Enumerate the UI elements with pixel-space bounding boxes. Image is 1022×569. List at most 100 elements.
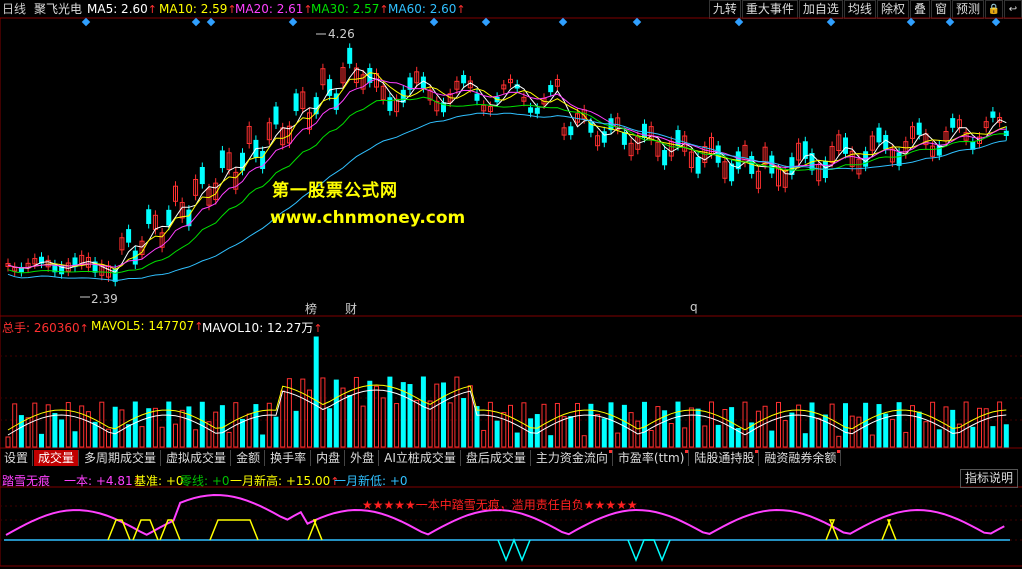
marker-bang[interactable]: 榜 bbox=[305, 300, 317, 317]
volume-bar bbox=[809, 402, 815, 448]
volume-bar bbox=[39, 433, 44, 448]
candle-body bbox=[970, 141, 976, 150]
candle-body bbox=[548, 85, 554, 93]
volume-bar bbox=[688, 407, 694, 448]
ma-line-4 bbox=[7, 112, 1007, 282]
event-diamond-icon bbox=[81, 17, 91, 27]
candle-body bbox=[950, 118, 956, 128]
volume-bar bbox=[856, 416, 862, 448]
candle-body bbox=[883, 134, 889, 150]
volume-bar bbox=[601, 418, 607, 448]
tab-1[interactable]: 成交量 bbox=[34, 450, 80, 466]
candle-body bbox=[273, 106, 279, 125]
indicator-month-low: 一月新低: +0 bbox=[334, 474, 408, 488]
tab-label: 盘后成交量 bbox=[465, 451, 526, 465]
candle-body bbox=[621, 132, 627, 145]
candle-body bbox=[715, 145, 721, 163]
candle-body bbox=[990, 111, 996, 118]
indicator-help-button[interactable]: 指标说明 bbox=[959, 469, 1018, 488]
tab-label: AI立桩成交量 bbox=[384, 451, 456, 465]
event-diamond-icon bbox=[558, 17, 568, 27]
event-diamond-icon bbox=[991, 17, 1001, 27]
volume-bar bbox=[293, 410, 299, 448]
candle-body bbox=[662, 150, 668, 166]
tab-11[interactable]: 市盈率(ttm) bbox=[614, 450, 690, 466]
high-price-label: 4.26 bbox=[328, 27, 355, 41]
event-diamond-icon bbox=[826, 17, 836, 27]
signal-high bbox=[107, 519, 131, 541]
candle-body bbox=[219, 150, 225, 169]
candle-body bbox=[916, 122, 922, 135]
candle-body bbox=[695, 156, 701, 174]
volume-bar bbox=[508, 404, 513, 448]
volume-bar bbox=[327, 408, 333, 448]
tab-label: 金额 bbox=[236, 451, 261, 465]
event-diamond-icon bbox=[481, 17, 491, 27]
tab-13[interactable]: 融资融券余额 bbox=[760, 450, 842, 466]
event-diamond-icon bbox=[191, 17, 201, 27]
candle-body bbox=[293, 93, 299, 112]
volume-bar bbox=[715, 424, 721, 448]
volume-bar bbox=[313, 336, 319, 448]
volume-bar bbox=[273, 416, 279, 448]
volume-bar bbox=[119, 409, 125, 448]
tab-label: 融资融券余额 bbox=[764, 451, 837, 465]
volume-bar bbox=[534, 414, 540, 448]
volume-bar bbox=[179, 409, 185, 448]
tab-badge-dot bbox=[837, 450, 841, 453]
volume-bar bbox=[554, 402, 560, 448]
volume-bar bbox=[675, 401, 681, 448]
volume-bar bbox=[394, 403, 400, 448]
indicator-disclaimer: ★★★★★一本中踏雪无痕，滥用责任自负★★★★★ bbox=[362, 498, 638, 512]
volume-bar bbox=[655, 406, 661, 448]
tab-5[interactable]: 换手率 bbox=[266, 450, 312, 466]
marker-cai[interactable]: 财 bbox=[345, 300, 357, 317]
candle-body bbox=[528, 107, 534, 113]
volume-bar bbox=[52, 413, 58, 448]
signal-low bbox=[497, 537, 531, 563]
volume-bar bbox=[152, 407, 158, 448]
tab-10[interactable]: 主力资金流向 bbox=[532, 450, 613, 466]
volume-bar bbox=[709, 401, 714, 448]
volume-bar bbox=[280, 390, 286, 448]
volume-bar bbox=[65, 402, 71, 448]
volume-bar bbox=[420, 376, 426, 448]
volume-bar bbox=[903, 431, 909, 448]
tab-12[interactable]: 陆股通持股 bbox=[690, 450, 760, 466]
tab-label: 市盈率(ttm) bbox=[617, 451, 685, 465]
marker-q[interactable]: q bbox=[690, 300, 698, 314]
volume-bar bbox=[487, 401, 493, 448]
volume-bar bbox=[126, 424, 132, 448]
volume-bar bbox=[568, 416, 574, 448]
tab-8[interactable]: AI立桩成交量 bbox=[380, 450, 461, 466]
candle-body bbox=[347, 47, 353, 64]
volume-bar bbox=[702, 425, 708, 448]
volume-bar bbox=[970, 426, 976, 448]
event-diamond-icon bbox=[288, 17, 298, 27]
tab-7[interactable]: 外盘 bbox=[346, 450, 380, 466]
volume-bar bbox=[347, 395, 353, 448]
candle-body bbox=[568, 126, 574, 136]
tab-badge-dot bbox=[608, 450, 612, 453]
volume-bar bbox=[849, 415, 855, 448]
volume-bar bbox=[910, 405, 915, 448]
tab-9[interactable]: 盘后成交量 bbox=[462, 450, 531, 466]
volume-bar bbox=[802, 433, 808, 448]
volume-bar bbox=[132, 401, 138, 448]
watermark-title: 第一股票公式网 bbox=[272, 181, 398, 201]
volume-bar bbox=[782, 420, 788, 448]
volume-bar bbox=[836, 435, 842, 448]
signal-high bbox=[825, 519, 839, 541]
tab-6[interactable]: 内盘 bbox=[312, 450, 346, 466]
volume-bar bbox=[776, 401, 781, 448]
candle-body bbox=[126, 229, 132, 243]
tab-3[interactable]: 虚拟成交量 bbox=[162, 450, 232, 466]
tab-4[interactable]: 金额 bbox=[232, 450, 266, 466]
tab-2[interactable]: 多周期成交量 bbox=[80, 450, 162, 466]
tab-label: 主力资金流向 bbox=[535, 451, 608, 465]
volume-bar bbox=[5, 436, 11, 448]
tab-0[interactable]: 设置 bbox=[0, 450, 34, 466]
event-diamond-icon bbox=[206, 17, 216, 27]
mavol10-value: MAVOL10: 12.27万↑ bbox=[202, 321, 323, 335]
volume-bar bbox=[260, 434, 266, 448]
